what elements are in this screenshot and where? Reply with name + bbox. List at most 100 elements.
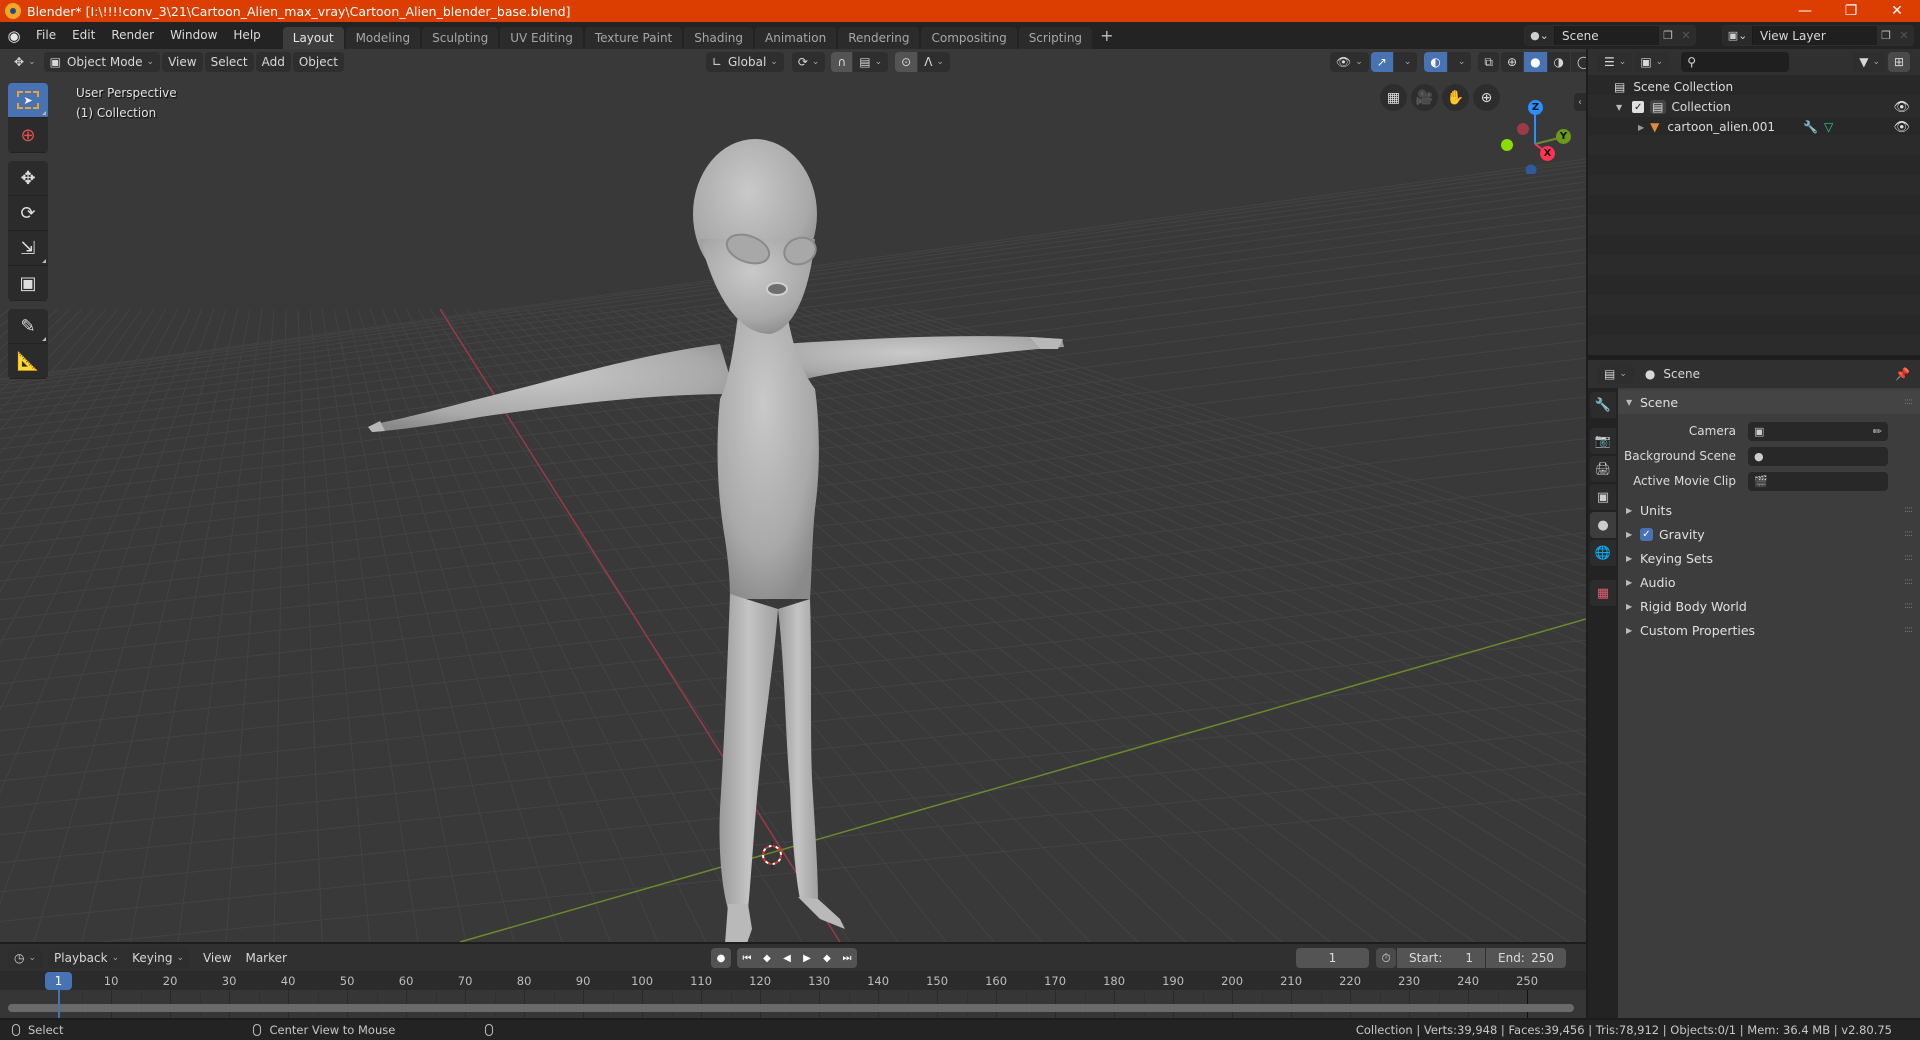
- workspace-tab-sculpting[interactable]: Sculpting: [422, 27, 499, 49]
- shading-wireframe-button[interactable]: ⊕: [1501, 52, 1524, 72]
- timeline-scrollbar[interactable]: [8, 1004, 1574, 1012]
- show-overlays-toggle[interactable]: ◐: [1424, 52, 1447, 72]
- tab-render[interactable]: 📷: [1590, 428, 1616, 454]
- gizmo-dropdown[interactable]: ⌄: [1393, 52, 1418, 72]
- drag-grip-icon[interactable]: ::::: [1904, 577, 1913, 587]
- scene-icon[interactable]: ●⌄: [1525, 26, 1555, 45]
- 3d-viewport[interactable]: ✥ ⌄ ▣ Object Mode ⌄ View Select Add Object …: [0, 49, 1586, 942]
- select-box-tool[interactable]: ➤: [8, 83, 48, 118]
- active-movie-clip-field[interactable]: Active Movie Clip 🎬: [1618, 470, 1920, 492]
- close-button[interactable]: ✕: [1874, 0, 1920, 22]
- viewport-menu-view[interactable]: View: [162, 52, 203, 72]
- snap-element-dropdown[interactable]: ▤ ⌄: [853, 52, 889, 72]
- panel-units[interactable]: ▶ Units::::: [1618, 498, 1920, 522]
- menu-file[interactable]: File: [28, 22, 64, 49]
- tab-texture[interactable]: ▦: [1590, 580, 1616, 606]
- overlays-dropdown[interactable]: ⌄: [1447, 52, 1472, 72]
- playhead-line[interactable]: [58, 990, 60, 1018]
- object-mode-dropdown[interactable]: ▣ Object Mode ⌄: [43, 52, 161, 72]
- camera-value[interactable]: ▣ ✏: [1748, 421, 1888, 441]
- workspace-tab-rendering[interactable]: Rendering: [838, 27, 920, 49]
- filter-dropdown[interactable]: ▼ ⌄: [1853, 52, 1886, 72]
- outliner-search-input[interactable]: ⚲: [1681, 52, 1790, 72]
- properties-editor-type[interactable]: ▤ ⌄: [1598, 364, 1633, 384]
- sidebar-toggle[interactable]: ‹: [1574, 93, 1586, 111]
- gizmo-z-axis[interactable]: Z: [1528, 100, 1543, 115]
- outliner-row-object[interactable]: ▶ ▼ cartoon_alien.001 🔧 ▽ 👁: [1588, 117, 1920, 137]
- expand-collection-arrow[interactable]: ▼: [1616, 103, 1622, 112]
- timeline-editor-type[interactable]: ◷ ⌄: [8, 947, 43, 968]
- duplicate-view-layer-icon[interactable]: ❐: [1877, 26, 1895, 45]
- view-layer-selector[interactable]: ▣⌄ View Layer ❐ ✕: [1722, 25, 1914, 46]
- move-tool[interactable]: ✥: [8, 161, 48, 196]
- gizmo-x-axis[interactable]: X: [1540, 146, 1555, 161]
- workspace-tab-layout[interactable]: Layout: [282, 27, 344, 49]
- active-movie-clip-value[interactable]: 🎬: [1748, 471, 1888, 491]
- show-gizmo-toggle[interactable]: ↗: [1370, 52, 1393, 72]
- proportional-falloff-dropdown[interactable]: Λ ⌄: [918, 52, 950, 72]
- background-scene-field[interactable]: Background Scene ●: [1618, 445, 1920, 467]
- shading-material-button[interactable]: ◑: [1547, 52, 1571, 72]
- timeline-view-menu[interactable]: View: [197, 948, 237, 968]
- tab-scene[interactable]: ●: [1590, 512, 1616, 538]
- view-layer-icon[interactable]: ▣⌄: [1723, 26, 1753, 45]
- eyedropper-icon[interactable]: ✏: [1873, 425, 1882, 438]
- transform-orientation-dropdown[interactable]: ∟ Global ⌄: [705, 52, 784, 72]
- drag-grip-icon[interactable]: ::::: [1904, 397, 1913, 407]
- scene-name[interactable]: Scene: [1555, 29, 1659, 43]
- scene-selector[interactable]: ●⌄ Scene ❐ ✕: [1524, 25, 1696, 46]
- tab-world[interactable]: 🌐: [1590, 540, 1616, 566]
- toggle-ortho-button[interactable]: ▦: [1380, 84, 1407, 111]
- viewport-menu-add[interactable]: Add: [255, 52, 291, 72]
- object-visibility-eye-icon[interactable]: 👁: [1893, 120, 1910, 135]
- drag-grip-icon[interactable]: ::::: [1904, 553, 1913, 563]
- jump-to-prev-keyframe-button[interactable]: ◆: [757, 948, 777, 968]
- restore-button[interactable]: ❐: [1828, 0, 1874, 22]
- expand-object-arrow[interactable]: ▶: [1638, 123, 1644, 132]
- menu-window[interactable]: Window: [162, 22, 225, 49]
- workspace-tab-scripting[interactable]: Scripting: [1018, 27, 1093, 49]
- menu-render[interactable]: Render: [103, 22, 162, 49]
- tab-tool[interactable]: 🔧: [1590, 392, 1616, 418]
- panel-audio[interactable]: ▶ Audio::::: [1618, 570, 1920, 594]
- rotate-tool[interactable]: ⟳: [8, 196, 48, 231]
- view-layer-name[interactable]: View Layer: [1753, 29, 1877, 43]
- menu-help[interactable]: Help: [225, 22, 268, 49]
- shading-rendered-button[interactable]: ◯: [1571, 52, 1586, 72]
- frame-ruler[interactable]: 10 20 30 40 50 60 70 80 90 100 110 120 130 140 150 160 1…: [0, 971, 1586, 990]
- playback-menu[interactable]: Playback ⌄: [48, 947, 126, 968]
- drag-grip-icon[interactable]: ::::: [1904, 601, 1913, 611]
- outliner-row-scene-collection[interactable]: ▤ Scene Collection: [1588, 77, 1920, 97]
- new-collection-button[interactable]: ⊞: [1887, 52, 1911, 72]
- camera-view-button[interactable]: 🎥: [1411, 84, 1438, 111]
- pivot-point-dropdown[interactable]: ⟳ ⌄: [791, 52, 826, 72]
- pan-view-button[interactable]: ✋: [1442, 84, 1469, 111]
- jump-to-end-button[interactable]: ⏭: [837, 948, 857, 968]
- outliner-row-collection[interactable]: ▼ ✓ ▤ Collection 👁: [1588, 97, 1920, 117]
- viewport-menu-object[interactable]: Object: [292, 52, 344, 72]
- viewport-menu-select[interactable]: Select: [204, 52, 254, 72]
- background-scene-value[interactable]: ●: [1748, 446, 1888, 466]
- collection-checkbox[interactable]: ✓: [1632, 101, 1645, 113]
- delete-scene-icon[interactable]: ✕: [1677, 26, 1695, 45]
- annotate-tool[interactable]: ✎: [8, 309, 48, 344]
- mesh-data-icon[interactable]: ▽: [1824, 120, 1833, 134]
- workspace-tab-texture-paint[interactable]: Texture Paint: [584, 27, 683, 49]
- panel-rigid-body-world[interactable]: ▶ Rigid Body World::::: [1618, 594, 1920, 618]
- measure-tool[interactable]: 📐: [8, 344, 48, 379]
- snap-toggle[interactable]: ∩: [831, 52, 853, 72]
- drag-grip-icon[interactable]: ::::: [1904, 505, 1913, 515]
- tab-view-layer[interactable]: ▣: [1590, 484, 1616, 510]
- jump-to-next-keyframe-button[interactable]: ◆: [817, 948, 837, 968]
- cursor-tool[interactable]: ⊕: [8, 118, 48, 153]
- tab-output[interactable]: 🖨: [1590, 456, 1616, 482]
- delete-view-layer-icon[interactable]: ✕: [1895, 26, 1913, 45]
- drag-grip-icon[interactable]: ::::: [1904, 529, 1913, 539]
- gizmo-y-axis[interactable]: Y: [1556, 129, 1571, 144]
- jump-to-start-button[interactable]: ⏮: [737, 948, 757, 968]
- workspace-tab-modeling[interactable]: Modeling: [345, 27, 421, 49]
- transform-tool[interactable]: ▣: [8, 266, 48, 301]
- shading-solid-button[interactable]: ●: [1524, 52, 1547, 72]
- panel-keying-sets[interactable]: ▶ Keying Sets::::: [1618, 546, 1920, 570]
- minimize-button[interactable]: —: [1782, 0, 1828, 22]
